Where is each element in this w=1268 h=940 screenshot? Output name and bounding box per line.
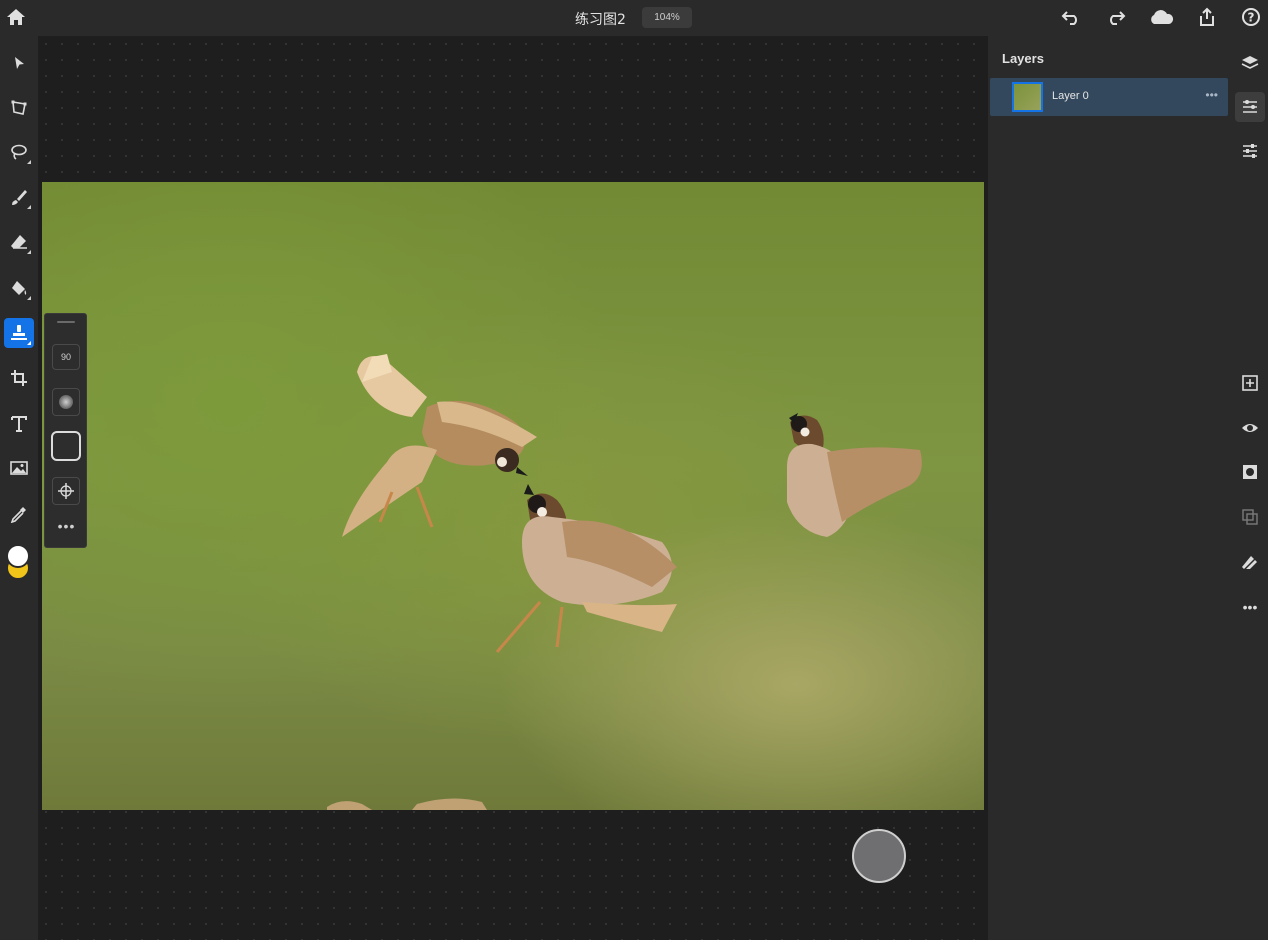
eraser-tool[interactable]: [4, 227, 34, 257]
layers-panel: Layers Layer 0 •••: [988, 36, 1231, 940]
soft-brush-icon: [59, 395, 73, 409]
more-icon[interactable]: •••: [1235, 592, 1265, 622]
more-brush-options-button[interactable]: •••: [45, 518, 88, 534]
clone-stamp-tool[interactable]: [4, 318, 34, 348]
clear-icon[interactable]: [1235, 548, 1265, 578]
zoom-level[interactable]: 104%: [642, 7, 692, 28]
visibility-icon[interactable]: [1235, 413, 1265, 443]
brush-hardness-button[interactable]: [52, 388, 80, 416]
crop-icon: [11, 370, 27, 386]
layer-properties-icon[interactable]: [1235, 92, 1265, 122]
adjustments-icon[interactable]: [1235, 136, 1265, 166]
type-tool[interactable]: [4, 409, 34, 439]
color-swatches[interactable]: [4, 542, 34, 590]
clone-source-button[interactable]: [52, 477, 80, 505]
add-layer-icon[interactable]: [1235, 368, 1265, 398]
transform-tool[interactable]: [4, 93, 34, 123]
sparrow-left: [342, 354, 537, 537]
top-bar: 练习图2 104% ?: [0, 0, 1268, 36]
eraser-icon: [11, 235, 27, 249]
brush-size-button[interactable]: 90: [52, 344, 80, 370]
document-title[interactable]: 练习图2: [575, 9, 626, 29]
mask-icon[interactable]: [1235, 457, 1265, 487]
share-icon[interactable]: [1196, 6, 1218, 28]
canvas-image[interactable]: [42, 182, 984, 810]
sparrow-right: [787, 413, 922, 537]
merge-icon[interactable]: [1235, 502, 1265, 532]
brush-tool[interactable]: [4, 182, 34, 212]
right-toolbar: •••: [1231, 36, 1268, 940]
brush-icon: [12, 190, 27, 205]
crosshair-icon: [58, 483, 74, 499]
crop-tool[interactable]: [4, 363, 34, 393]
brush-shape-button[interactable]: [51, 431, 81, 461]
lasso-tool[interactable]: [4, 137, 34, 167]
help-icon[interactable]: ?: [1240, 6, 1262, 28]
place-image-tool[interactable]: [4, 453, 34, 483]
undo-icon[interactable]: [1060, 6, 1082, 28]
select-tool[interactable]: [4, 48, 34, 78]
sparrows-photo-illustration: [327, 354, 922, 810]
left-toolbar: [0, 36, 38, 940]
eyedropper-icon: [10, 507, 26, 523]
layer-row[interactable]: Layer 0 •••: [990, 78, 1228, 116]
type-icon: [11, 416, 27, 432]
image-icon: [10, 461, 28, 475]
clone-brush-options: 90 •••: [44, 313, 87, 548]
layer-options-icon[interactable]: •••: [1205, 88, 1218, 102]
svg-text:?: ?: [1248, 11, 1255, 25]
layers-stack-icon[interactable]: [1235, 48, 1265, 78]
home-icon[interactable]: [5, 6, 27, 28]
lasso-icon: [11, 144, 27, 160]
layers-panel-title: Layers: [1002, 51, 1044, 66]
clone-stamp-icon: [11, 325, 27, 340]
eyedropper-tool[interactable]: [4, 499, 34, 529]
layer-name[interactable]: Layer 0: [1052, 90, 1089, 102]
layer-thumbnail[interactable]: [1012, 82, 1043, 112]
arrow-cursor-icon: [15, 57, 24, 69]
foreground-color-swatch[interactable]: [6, 544, 30, 568]
popover-grip[interactable]: [57, 321, 75, 323]
touch-shortcut-button[interactable]: [852, 829, 906, 883]
transform-icon: [11, 100, 27, 115]
fill-tool[interactable]: [4, 273, 34, 303]
cloud-icon[interactable]: [1148, 6, 1174, 28]
paint-bucket-icon: [12, 281, 27, 295]
sparrow-center: [495, 484, 677, 653]
redo-icon[interactable]: [1105, 6, 1127, 28]
